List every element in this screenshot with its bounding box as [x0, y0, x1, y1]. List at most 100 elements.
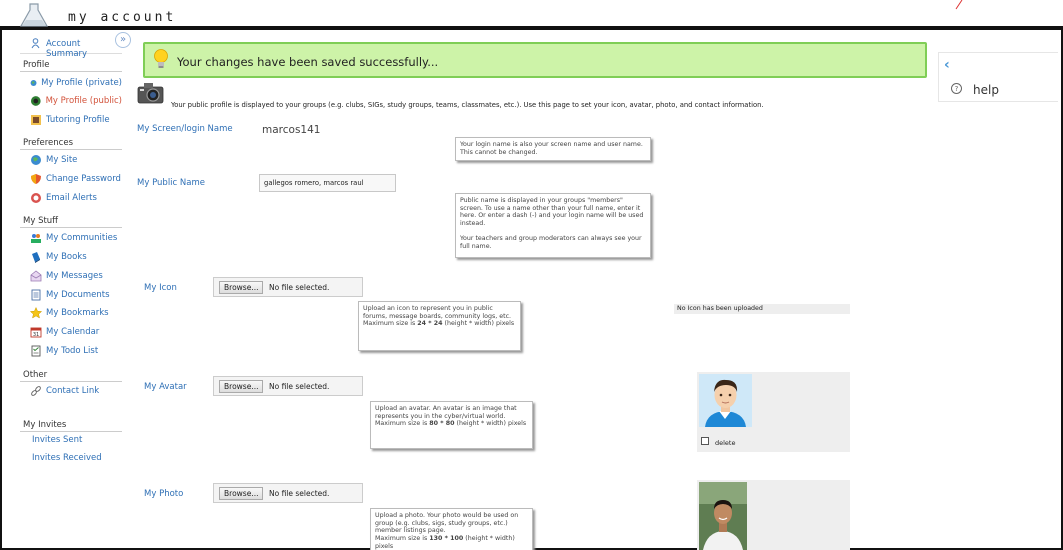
- tooltip-size-line: Maximum size is 80 * 80 (height * width)…: [375, 420, 528, 428]
- communities-icon: [31, 234, 41, 243]
- sidebar-item-label: Contact Link: [46, 386, 100, 396]
- sidebar-item-label: My Communities: [46, 233, 118, 243]
- sidebar-item-label: My Messages: [46, 271, 103, 281]
- public-profile-icon: [30, 96, 41, 106]
- tooltip-text: Upload a photo. Your photo would be used…: [375, 512, 519, 535]
- help-link[interactable]: help: [973, 83, 999, 97]
- photo-file-status: No file selected.: [269, 489, 330, 498]
- avatar-file-input[interactable]: Browse... No file selected.: [213, 376, 363, 396]
- tutoring-icon: [31, 115, 41, 125]
- sidebar-item-my-books[interactable]: My Books: [20, 248, 122, 266]
- link-icon: [31, 386, 41, 396]
- photo-tooltip: Upload a photo. Your photo would be used…: [370, 508, 533, 550]
- section-preferences: Preferences: [20, 136, 122, 150]
- icon-status-bar: No Icon has been uploaded: [674, 304, 850, 314]
- tooltip-size-suffix: (height * width) pixels: [456, 420, 527, 428]
- icon-file-status: No file selected.: [269, 283, 330, 292]
- public-name-label: My Public Name: [137, 178, 205, 188]
- sidebar-item-label: Tutoring Profile: [46, 115, 110, 125]
- todo-icon: [31, 345, 41, 357]
- section-my-invites: My Invites: [20, 418, 122, 432]
- user-icon: [31, 38, 40, 49]
- sidebar-item-label: My Calendar: [46, 327, 100, 337]
- icon-label: My Icon: [144, 283, 177, 293]
- question-circle-icon: ?: [951, 83, 962, 94]
- delete-avatar-checkbox[interactable]: [701, 437, 709, 445]
- globe-icon: [30, 80, 37, 86]
- sidebar-item-my-bookmarks[interactable]: My Bookmarks: [20, 304, 122, 322]
- avatar-image: [699, 374, 752, 427]
- tooltip-size-value: 80 * 80: [429, 420, 455, 428]
- login-name-label: My Screen/login Name: [137, 124, 233, 134]
- sidebar-item-label: My Todo List: [46, 346, 99, 356]
- sidebar-item-label: My Profile (public): [45, 96, 122, 106]
- avatar-file-status: No file selected.: [269, 382, 330, 391]
- bookmark-star-icon: [30, 307, 42, 319]
- sidebar-item-label: Invites Received: [32, 453, 102, 463]
- svg-text:31: 31: [33, 332, 39, 338]
- sidebar-item-invites-received[interactable]: Invites Received: [20, 449, 122, 467]
- sidebar-item-my-documents[interactable]: My Documents: [20, 286, 122, 304]
- section-other: Other: [20, 368, 122, 382]
- sidebar-item-label: My Documents: [46, 290, 110, 300]
- help-panel: ‹ ? help: [938, 52, 1058, 102]
- delete-avatar-label: delete: [715, 439, 736, 447]
- sidebar-item-change-password[interactable]: Change Password: [20, 170, 122, 188]
- tooltip-size-prefix: Maximum size is: [363, 320, 416, 328]
- tooltip-size-value: 24 * 24: [417, 320, 443, 328]
- intro-text: Your public profile is displayed to your…: [171, 101, 764, 109]
- sidebar-item-label: Account Summary: [46, 39, 88, 59]
- sidebar-item-tutoring-profile[interactable]: Tutoring Profile: [20, 111, 122, 129]
- tooltip-size-prefix: Maximum size is: [375, 420, 428, 428]
- sidebar-item-label: Email Alerts: [46, 193, 97, 203]
- sidebar-item-account-summary[interactable]: Account Summary: [20, 34, 122, 59]
- avatar-label: My Avatar: [144, 382, 187, 392]
- tooltip-text: Upload an avatar. An avatar is an image …: [375, 405, 517, 420]
- camera-icon: [137, 83, 164, 104]
- tooltip-text: Upload an icon to represent you in publi…: [363, 305, 512, 320]
- sidebar-item-contact-link[interactable]: Contact Link: [20, 382, 122, 400]
- sidebar-item-label: My Books: [46, 252, 87, 262]
- icon-tooltip: Upload an icon to represent you in publi…: [358, 301, 521, 351]
- tooltip-size-line: Maximum size is 130 * 100 (height * widt…: [375, 535, 528, 550]
- sidebar-item-my-site[interactable]: My Site: [20, 151, 122, 169]
- public-name-tooltip: Public name is displayed in your groups …: [455, 193, 651, 258]
- photo-browse-button[interactable]: Browse...: [219, 487, 264, 500]
- tooltip-size-suffix: (height * width) pixels: [444, 320, 515, 328]
- sidebar-item-my-calendar[interactable]: 31 My Calendar: [20, 323, 122, 341]
- success-message: Your changes have been saved successfull…: [177, 55, 439, 69]
- messages-icon: [30, 270, 42, 282]
- success-banner: Your changes have been saved successfull…: [143, 42, 927, 78]
- sidebar-item-label: My Profile (private): [41, 78, 122, 88]
- corner-mark-icon: [955, 0, 963, 10]
- documents-icon: [31, 289, 41, 301]
- public-name-input[interactable]: gallegos romero, marcos raul: [259, 174, 396, 192]
- calendar-icon: 31: [30, 327, 42, 338]
- icon-browse-button[interactable]: Browse...: [219, 281, 264, 294]
- photo-file-input[interactable]: Browse... No file selected.: [213, 483, 363, 503]
- sidebar-item-my-communities[interactable]: My Communities: [20, 229, 122, 247]
- header-bar: my account: [0, 0, 1063, 30]
- icon-file-input[interactable]: Browse... No file selected.: [213, 277, 363, 297]
- lightbulb-icon: [154, 49, 168, 68]
- tooltip-text: Your login name is also your screen name…: [460, 141, 643, 156]
- alert-icon: [31, 193, 41, 203]
- collapse-sidebar-button[interactable]: »: [115, 32, 131, 48]
- tooltip-size-prefix: Maximum size is: [375, 535, 428, 543]
- section-my-stuff: My Stuff: [20, 214, 122, 228]
- chevron-left-icon[interactable]: ‹: [944, 57, 950, 73]
- sidebar-item-my-todo-list[interactable]: My Todo List: [20, 342, 122, 360]
- sidebar-item-my-profile-private[interactable]: My Profile (private): [20, 74, 122, 92]
- photo-label: My Photo: [144, 489, 184, 499]
- sidebar-item-label: My Site: [46, 155, 78, 165]
- sidebar-item-my-messages[interactable]: My Messages: [20, 267, 122, 285]
- tooltip-text: Public name is displayed in your groups …: [460, 197, 644, 228]
- sidebar-item-invites-sent[interactable]: Invites Sent: [20, 431, 122, 449]
- photo-preview-panel: [697, 480, 850, 550]
- avatar-preview-panel: delete: [697, 372, 850, 452]
- sidebar-item-my-profile-public[interactable]: My Profile (public): [20, 92, 122, 110]
- sidebar-item-email-alerts[interactable]: Email Alerts: [20, 189, 122, 207]
- login-name-value: marcos141: [262, 124, 321, 136]
- avatar-browse-button[interactable]: Browse...: [219, 380, 264, 393]
- sidebar-item-label: My Bookmarks: [46, 308, 109, 318]
